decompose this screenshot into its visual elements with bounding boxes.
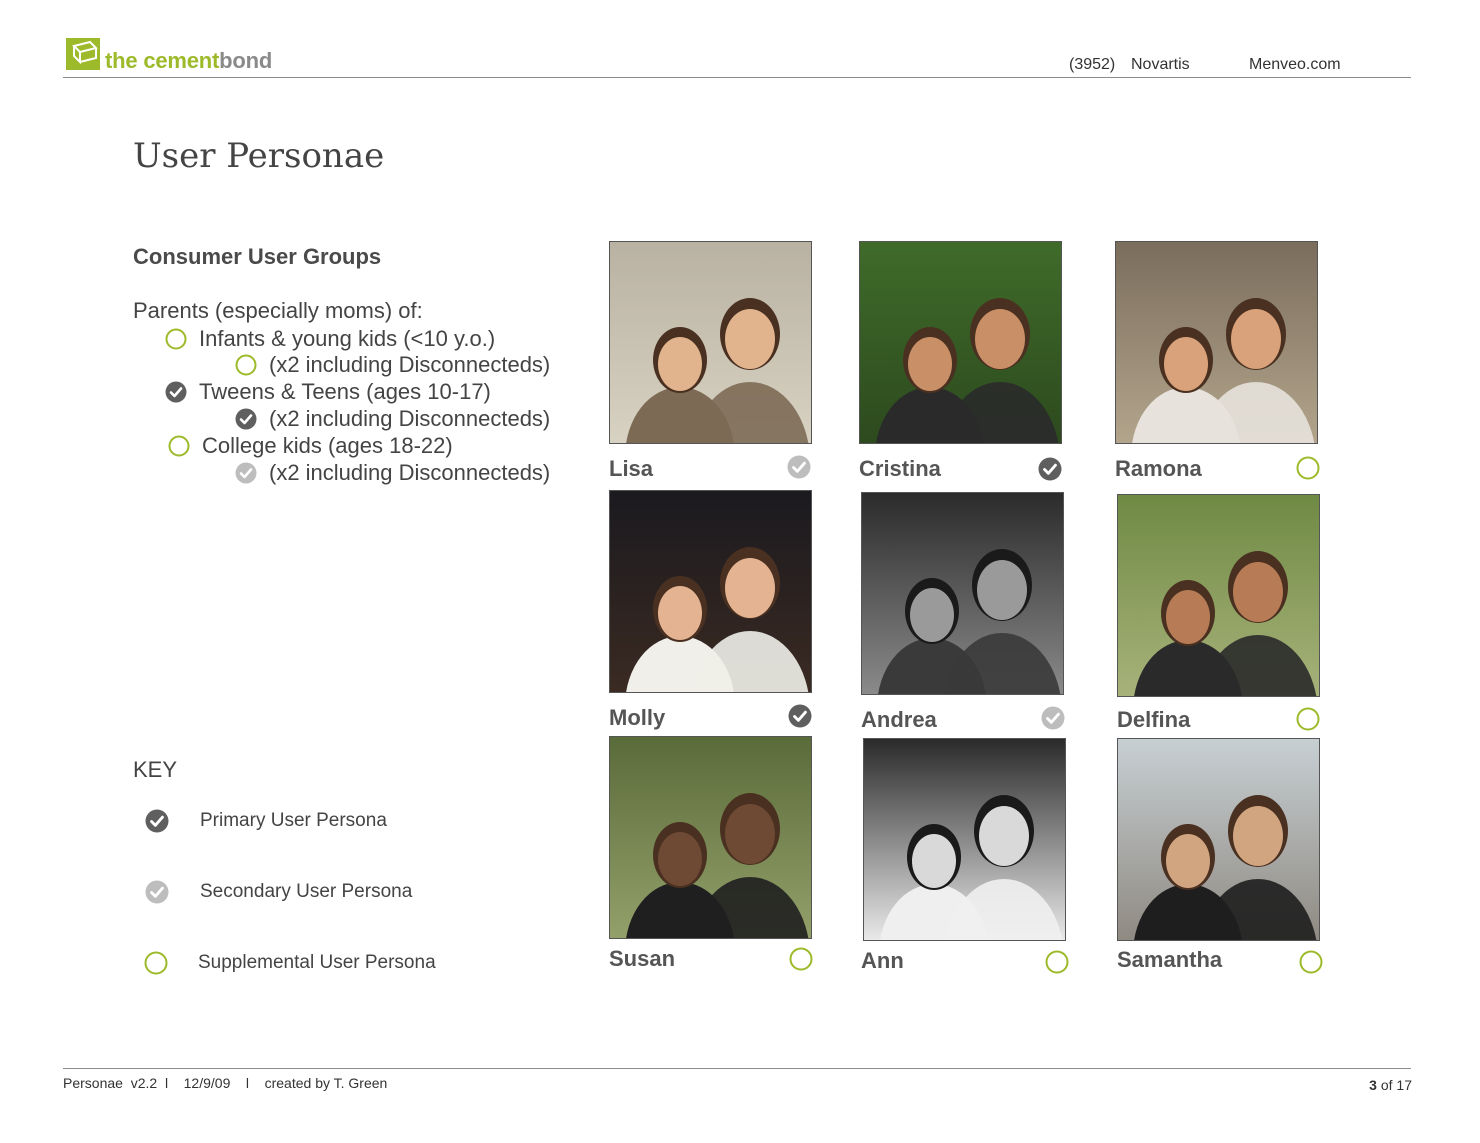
supplemental-circle-icon xyxy=(1296,707,1320,731)
group-item: Tweens & Teens (ages 10-17) xyxy=(165,379,491,405)
secondary-check-icon xyxy=(1041,706,1065,730)
site-name: Menveo.com xyxy=(1249,56,1341,73)
group-item: Infants & young kids (<10 y.o.) xyxy=(165,326,495,352)
persona-photo-susan xyxy=(609,736,812,939)
secondary-check-icon xyxy=(787,455,811,479)
group-subitem: (x2 including Disconnecteds) xyxy=(235,352,550,378)
persona-name: Susan xyxy=(609,946,676,971)
persona-photo-lisa xyxy=(609,241,812,444)
persona-name: Ramona xyxy=(1115,456,1202,481)
persona-photo-ann xyxy=(863,738,1066,941)
persona-photo-samantha xyxy=(1117,738,1320,941)
persona-photo-molly xyxy=(609,490,812,693)
supplemental-circle-icon xyxy=(1045,950,1069,974)
persona-name: Molly xyxy=(609,705,666,730)
supplemental-status-icon xyxy=(168,435,190,457)
secondary-check-icon xyxy=(235,462,257,484)
key-item-primary: Primary User Persona xyxy=(145,809,387,833)
supplemental-circle-icon xyxy=(1299,950,1323,974)
groups-intro: Parents (especially moms) of: xyxy=(133,298,423,323)
key-item-supplemental: Supplemental User Persona xyxy=(144,951,436,975)
key-item-secondary: Secondary User Persona xyxy=(145,880,412,904)
persona-photo-cristina xyxy=(859,241,1062,444)
footer-info: Personae v2.2 l 12/9/09 l created by T. … xyxy=(63,1075,388,1091)
persona-photo-andrea xyxy=(861,492,1064,695)
page-title: User Personae xyxy=(133,136,385,176)
persona-photo-ramona xyxy=(1115,241,1318,444)
supplemental-circle-icon xyxy=(144,951,168,975)
header-rule xyxy=(63,77,1411,78)
client-name: Novartis xyxy=(1131,56,1190,73)
persona-name: Lisa xyxy=(609,456,654,481)
secondary-check-icon xyxy=(145,880,169,904)
cement-block-icon xyxy=(66,38,100,70)
supplemental-status-icon xyxy=(235,354,257,376)
groups-heading: Consumer User Groups xyxy=(133,244,382,269)
primary-check-icon xyxy=(165,381,187,403)
group-subitem: (x2 including Disconnecteds) xyxy=(235,406,550,432)
supplemental-circle-icon xyxy=(789,947,813,971)
supplemental-status-icon xyxy=(165,328,187,350)
brand-logo: the cementbond xyxy=(66,38,306,78)
primary-check-icon xyxy=(788,704,812,728)
persona-name: Delfina xyxy=(1117,707,1191,732)
primary-check-icon xyxy=(145,809,169,833)
persona-name: Ann xyxy=(861,948,904,973)
persona-name: Cristina xyxy=(859,456,941,481)
primary-check-icon xyxy=(235,408,257,430)
supplemental-circle-icon xyxy=(1296,456,1320,480)
key-heading: KEY xyxy=(133,757,178,782)
page-number: 3 of 17 xyxy=(1369,1077,1412,1093)
primary-check-icon xyxy=(1038,457,1062,481)
footer-rule xyxy=(63,1068,1411,1069)
project-code: (3952) xyxy=(1069,56,1116,73)
group-subitem: (x2 including Disconnecteds) xyxy=(235,460,550,486)
group-item: College kids (ages 18-22) xyxy=(168,433,453,459)
persona-name: Samantha xyxy=(1117,947,1223,972)
brand-wordmark: the cementbond xyxy=(105,48,273,73)
persona-photo-delfina xyxy=(1117,494,1320,697)
persona-name: Andrea xyxy=(861,707,937,732)
